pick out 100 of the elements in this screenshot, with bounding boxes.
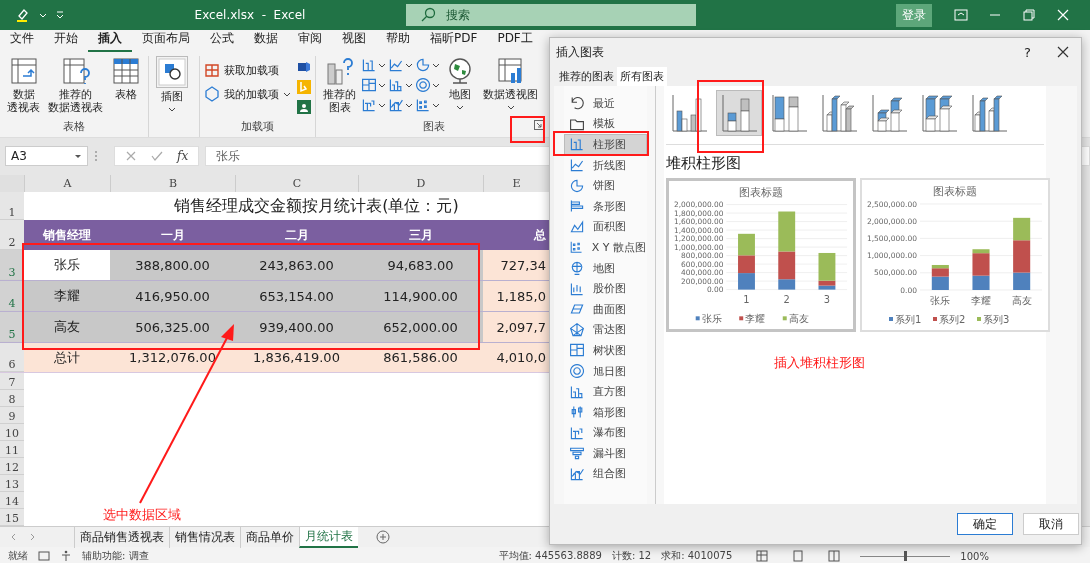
ribbon-tab[interactable]: 公式 <box>200 30 244 52</box>
waterfall-chart-icon <box>569 424 585 441</box>
row-header[interactable]: 7 <box>0 373 24 390</box>
page-icon[interactable] <box>38 550 50 562</box>
chart-type-button[interactable] <box>361 96 386 114</box>
dialog-tab[interactable]: 推荐的图表 <box>556 67 617 86</box>
people-app-icon[interactable] <box>297 100 311 114</box>
page-break-icon[interactable] <box>828 550 841 562</box>
insert-function-button[interactable]: fx <box>177 149 189 163</box>
chart-category-item[interactable]: X Y 散点图 <box>564 237 647 258</box>
ribbon-button[interactable]: 我的加载项 <box>204 86 291 102</box>
dialog-button[interactable]: 取消 <box>1023 513 1079 535</box>
close-icon[interactable] <box>1057 46 1069 58</box>
ribbon-button[interactable]: 地图 <box>442 56 478 111</box>
ribbon-button[interactable]: 数据透视图 <box>480 56 541 111</box>
ribbon-button[interactable]: 插图 <box>153 56 191 113</box>
ribbon-tab[interactable]: 帮助 <box>376 30 420 52</box>
caret-icon[interactable] <box>39 11 47 19</box>
dialog-button[interactable]: 确定 <box>957 513 1013 535</box>
ribbon-tab[interactable]: 数据 <box>244 30 288 52</box>
chart-type-button[interactable] <box>361 56 386 74</box>
row-header[interactable]: 3 <box>0 250 24 280</box>
row-header[interactable]: 6 <box>0 343 24 372</box>
name-box[interactable]: A3 <box>5 146 88 166</box>
row-header[interactable]: 12 <box>0 458 24 475</box>
column-header[interactable]: C <box>235 175 358 192</box>
sheet-tab[interactable]: 月统计表 <box>299 526 358 548</box>
customize-icon[interactable] <box>55 10 65 20</box>
chart-category-item[interactable]: 曲面图 <box>564 298 647 320</box>
chart-subtype-option[interactable] <box>716 90 762 136</box>
zoom-slider-thumb[interactable] <box>904 550 908 561</box>
chart-category-item[interactable]: 面积图 <box>564 216 647 238</box>
column-header[interactable]: D <box>358 175 483 192</box>
next-sheet-icon[interactable] <box>28 533 36 541</box>
chart-category-item[interactable]: 直方图 <box>564 381 647 402</box>
ribbon-tab[interactable]: 审阅 <box>288 30 332 52</box>
chart-category-item[interactable]: 雷达图 <box>564 319 647 341</box>
row-header[interactable]: 10 <box>0 424 24 441</box>
ribbon-display-icon[interactable] <box>954 8 968 22</box>
chart-category-item[interactable]: 组合图 <box>564 463 647 485</box>
ribbon-button[interactable]: 表格 <box>108 56 144 101</box>
row-header[interactable]: 14 <box>0 492 24 509</box>
help-button[interactable]: ? <box>1024 44 1031 60</box>
chart-category-item[interactable]: 箱形图 <box>564 401 647 423</box>
row-header[interactable]: 1 <box>0 192 24 220</box>
ribbon-tab[interactable]: PDF工 <box>487 30 543 52</box>
ribbon-button[interactable]: 获取加载项 <box>204 62 291 78</box>
column-header[interactable]: A <box>24 175 110 192</box>
row-header[interactable]: 2 <box>0 220 24 250</box>
diagram-app-icon[interactable] <box>297 60 311 74</box>
chart-type-button[interactable] <box>415 76 440 94</box>
row-header[interactable]: 13 <box>0 475 24 492</box>
chart-type-button[interactable] <box>388 56 413 74</box>
previous-sheet-icon[interactable] <box>10 533 18 541</box>
row-header[interactable]: 4 <box>0 281 24 311</box>
accessibility-status[interactable]: 辅助功能: 调查 <box>82 549 149 563</box>
drag-handle-icon[interactable] <box>94 149 98 163</box>
ribbon-tab[interactable]: 页面布局 <box>132 30 200 52</box>
chart-category-item[interactable]: 地图 <box>564 257 647 279</box>
chart-category-item[interactable]: 树状图 <box>564 340 647 361</box>
ribbon-button[interactable]: 推荐的 数据透视表 <box>45 56 106 114</box>
ribbon-button[interactable]: 推荐的 图表 <box>320 56 359 114</box>
row-header[interactable]: 8 <box>0 390 24 407</box>
chart-category-item[interactable]: 模板 <box>564 113 647 135</box>
zoom-level[interactable]: 100% <box>960 550 989 562</box>
chart-category-item[interactable]: 漏斗图 <box>564 443 647 464</box>
search-field[interactable]: 搜索 <box>406 4 696 26</box>
chart-category-item[interactable]: 条形图 <box>564 195 647 217</box>
chart-category-item[interactable]: 股价图 <box>564 278 647 299</box>
chart-category-item[interactable]: 折线图 <box>564 154 647 176</box>
chart-category-item[interactable]: 瀑布图 <box>564 422 647 444</box>
chart-category-item[interactable]: 旭日图 <box>564 360 647 382</box>
row-header[interactable]: 9 <box>0 407 24 424</box>
chart-category-item[interactable]: 最近 <box>564 93 647 114</box>
chart-type-button[interactable] <box>415 56 440 74</box>
restore-icon[interactable] <box>1022 8 1036 22</box>
check-icon[interactable] <box>151 150 163 162</box>
add-sheet-icon[interactable] <box>376 530 390 544</box>
chart-category-item[interactable]: 柱形图 <box>564 134 647 155</box>
accessibility-icon[interactable] <box>60 550 72 562</box>
ribbon-tab[interactable]: 视图 <box>332 30 376 52</box>
page-layout-icon[interactable] <box>792 550 805 562</box>
ribbon-tab[interactable]: 开始 <box>44 30 88 52</box>
ribbon-tab[interactable]: 福昕PDF <box>420 30 488 52</box>
ribbon-button[interactable]: 数据 透视表 <box>4 56 43 114</box>
cancel-icon[interactable] <box>125 150 137 162</box>
normal-view-icon[interactable] <box>756 550 769 562</box>
ribbon-tab[interactable]: 文件 <box>0 30 44 52</box>
chart-type-button[interactable] <box>415 96 440 114</box>
row-header[interactable]: 15 <box>0 509 24 526</box>
dialog-launcher-icon[interactable] <box>534 120 544 130</box>
chart-type-button[interactable] <box>388 96 413 114</box>
chart-type-button[interactable] <box>361 76 386 94</box>
dialog-tab[interactable]: 所有图表 <box>617 67 667 86</box>
row-header[interactable]: 5 <box>0 312 24 342</box>
table-cell-text: 总计 <box>53 348 81 367</box>
chart-type-button[interactable] <box>388 76 413 94</box>
chart-category-item[interactable]: 饼图 <box>564 175 647 196</box>
column-header[interactable]: B <box>110 175 235 192</box>
row-header[interactable]: 11 <box>0 441 24 458</box>
